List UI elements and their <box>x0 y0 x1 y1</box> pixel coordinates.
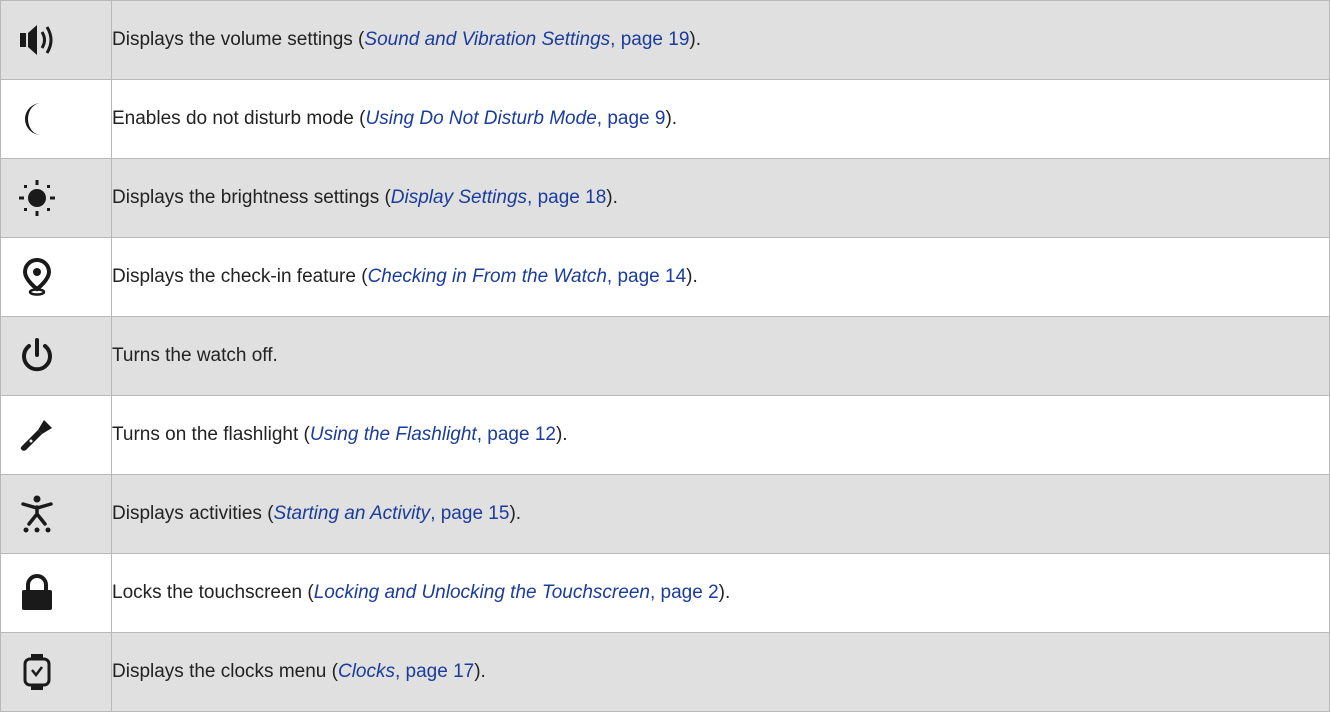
volume-icon <box>17 20 57 60</box>
row-description: Turns the watch off. <box>111 316 1330 396</box>
cross-reference-link[interactable]: Display Settings, page 18 <box>391 187 606 208</box>
flashlight-icon <box>17 415 57 455</box>
table-row: Turns on the flashlight (Using the Flash… <box>0 395 1330 475</box>
icon-cell <box>0 474 112 554</box>
cross-reference-link[interactable]: Clocks, page 17 <box>338 661 474 682</box>
brightness-icon <box>17 178 57 218</box>
row-description: Displays the volume settings (Sound and … <box>111 0 1330 80</box>
row-description: Displays activities (Starting an Activit… <box>111 474 1330 554</box>
activity-icon <box>17 494 57 534</box>
icon-cell <box>0 395 112 475</box>
row-description: Displays the check-in feature (Checking … <box>111 237 1330 317</box>
table-row: Displays the volume settings (Sound and … <box>0 0 1330 80</box>
cross-reference-link[interactable]: Using the Flashlight, page 12 <box>310 424 556 445</box>
cross-reference-link[interactable]: Starting an Activity, page 15 <box>274 503 510 524</box>
icon-cell <box>0 553 112 633</box>
row-description: Displays the clocks menu (Clocks, page 1… <box>111 632 1330 712</box>
icon-cell <box>0 79 112 159</box>
icon-cell <box>0 0 112 80</box>
table-row: Displays the clocks menu (Clocks, page 1… <box>0 632 1330 712</box>
row-description: Displays the brightness settings (Displa… <box>111 158 1330 238</box>
icon-cell <box>0 632 112 712</box>
icon-cell <box>0 237 112 317</box>
cross-reference-link[interactable]: Using Do Not Disturb Mode, page 9 <box>366 108 666 129</box>
power-icon <box>17 336 57 376</box>
table-row: Enables do not disturb mode (Using Do No… <box>0 79 1330 159</box>
location-pin-icon <box>17 257 57 297</box>
cross-reference-link[interactable]: Sound and Vibration Settings, page 19 <box>364 29 689 50</box>
row-description: Turns on the flashlight (Using the Flash… <box>111 395 1330 475</box>
lock-icon <box>17 573 57 613</box>
table-row: Locks the touchscreen (Locking and Unloc… <box>0 553 1330 633</box>
cross-reference-link[interactable]: Checking in From the Watch, page 14 <box>368 266 687 287</box>
icon-cell <box>0 158 112 238</box>
table-row: Displays the check-in feature (Checking … <box>0 237 1330 317</box>
row-description: Enables do not disturb mode (Using Do No… <box>111 79 1330 159</box>
row-description: Locks the touchscreen (Locking and Unloc… <box>111 553 1330 633</box>
icon-cell <box>0 316 112 396</box>
table-row: Displays activities (Starting an Activit… <box>0 474 1330 554</box>
controls-table: Displays the volume settings (Sound and … <box>0 0 1330 712</box>
watch-clock-icon <box>17 652 57 692</box>
cross-reference-link[interactable]: Locking and Unlocking the Touchscreen, p… <box>314 582 719 603</box>
table-row: Turns the watch off. <box>0 316 1330 396</box>
table-row: Displays the brightness settings (Displa… <box>0 158 1330 238</box>
moon-icon <box>17 99 57 139</box>
